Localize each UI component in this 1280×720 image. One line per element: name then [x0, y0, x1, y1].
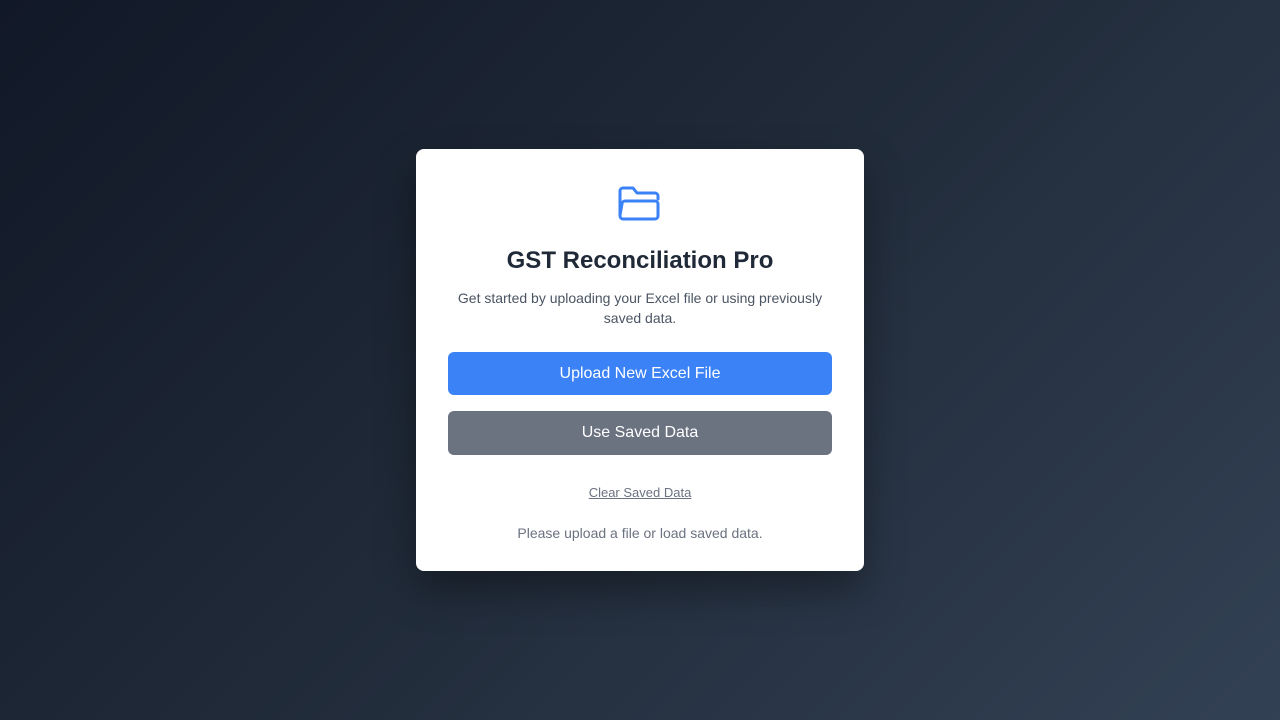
- status-message: Please upload a file or load saved data.: [517, 525, 763, 541]
- upload-excel-button[interactable]: Upload New Excel File: [448, 352, 832, 395]
- use-saved-data-button[interactable]: Use Saved Data: [448, 411, 832, 455]
- app-subtitle: Get started by uploading your Excel file…: [457, 290, 823, 326]
- start-dialog: GST Reconciliation Pro Get started by up…: [416, 149, 864, 571]
- app-title: GST Reconciliation Pro: [506, 247, 774, 274]
- folder-open-icon: [448, 185, 832, 225]
- clear-saved-data-link[interactable]: Clear Saved Data: [589, 485, 692, 500]
